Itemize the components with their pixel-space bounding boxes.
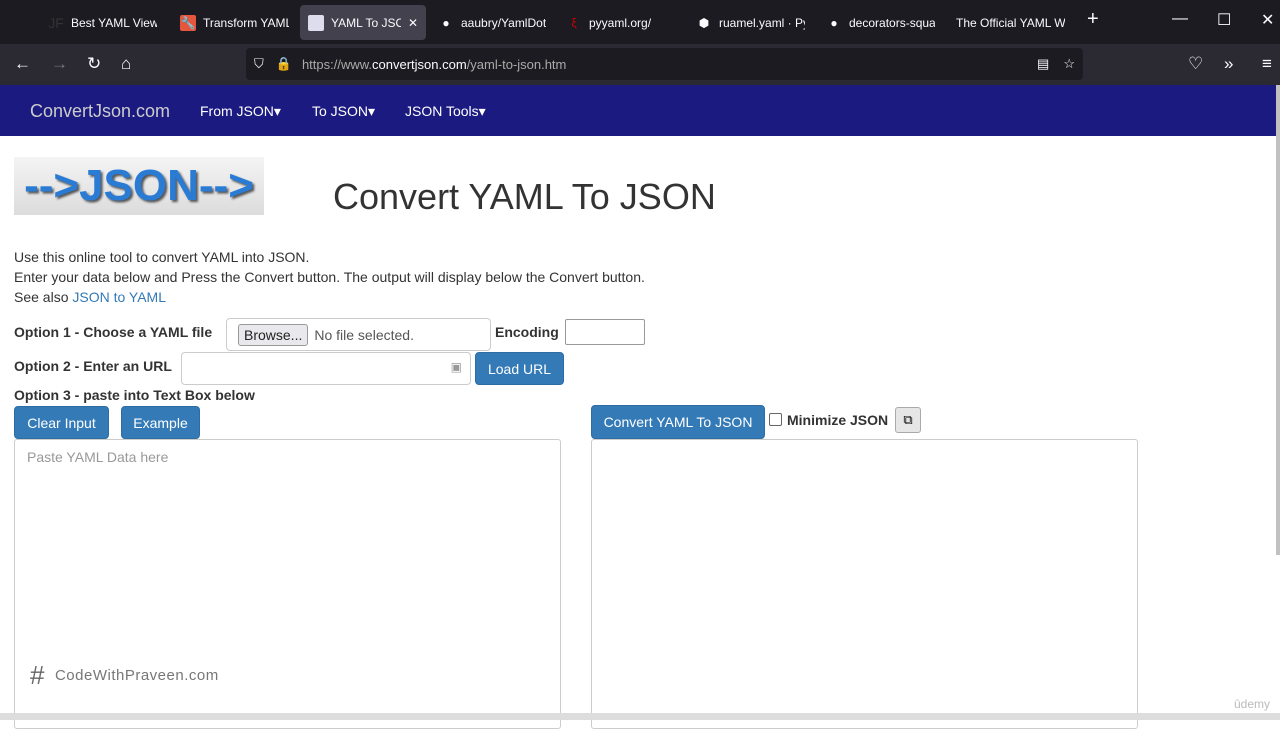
example-button[interactable]: Example	[121, 406, 200, 439]
url-input[interactable]: ▣	[181, 352, 471, 385]
github-icon: ●	[442, 15, 450, 30]
json-output-textarea[interactable]	[591, 439, 1138, 729]
browser-tab[interactable]: ξ pyyaml.org/	[558, 5, 683, 40]
github-icon: ●	[830, 15, 838, 30]
browser-tab[interactable]: JF Best YAML Viewe	[40, 5, 165, 40]
home-icon[interactable]: ⌂	[121, 54, 131, 74]
password-manager-icon[interactable]: ▣	[451, 360, 462, 374]
vertical-scrollbar[interactable]	[1276, 85, 1280, 555]
close-window-icon[interactable]: ✕	[1261, 10, 1274, 30]
option3-label: Option 3 - paste into Text Box below	[14, 387, 255, 403]
browser-tab[interactable]: 🔧 Transform YAML	[172, 5, 297, 40]
shield-icon: ⛉	[254, 56, 264, 71]
intro-text: Use this online tool to convert YAML int…	[14, 249, 310, 265]
reload-icon[interactable]: ↻	[87, 54, 101, 74]
hash-icon: #	[30, 660, 45, 690]
browser-tab[interactable]: ● aaubry/YamlDot	[430, 5, 555, 40]
browser-tab[interactable]: ⬢ ruamel.yaml · Py	[688, 5, 813, 40]
load-url-button[interactable]: Load URL	[475, 352, 564, 385]
new-tab-icon[interactable]: +	[1087, 8, 1099, 31]
close-tab-icon[interactable]: ✕	[408, 16, 418, 30]
pocket-icon[interactable]: ♡	[1188, 54, 1203, 74]
xi-icon: ξ	[571, 15, 577, 30]
minimize-icon[interactable]: —	[1172, 10, 1188, 28]
browser-tab[interactable]: ● decorators-squa	[818, 5, 943, 40]
wrench-icon: 🔧	[180, 14, 196, 31]
site-brand[interactable]: ConvertJson.com	[30, 101, 170, 122]
site-logo: -->JSON-->	[14, 157, 264, 215]
minimize-json-checkbox[interactable]	[769, 413, 782, 426]
site-navbar: ConvertJson.com From JSON▾ To JSON▾ JSON…	[0, 85, 1276, 136]
option1-label: Option 1 - Choose a YAML file	[14, 324, 213, 340]
back-icon[interactable]: ←	[14, 54, 31, 74]
maximize-icon[interactable]: ☐	[1217, 10, 1231, 30]
box-icon: ⬢	[698, 15, 710, 30]
browser-tab[interactable]: The Official YAML W	[948, 5, 1073, 40]
menu-to-json[interactable]: To JSON▾	[312, 103, 375, 120]
file-input[interactable]: Browse... No file selected.	[226, 318, 491, 351]
browse-button[interactable]: Browse...	[238, 323, 309, 346]
convert-button[interactable]: Convert YAML To JSON	[591, 405, 765, 439]
udemy-watermark: ûdemy	[1233, 697, 1270, 711]
minimize-json-label: Minimize JSON	[787, 412, 889, 428]
copy-icon[interactable]: ⧉	[895, 407, 921, 433]
menu-from-json[interactable]: From JSON▾	[200, 103, 281, 120]
address-bar[interactable]: ⛉ 🔒 https://www. convertjson.com/yaml-to-…	[246, 48, 1083, 80]
jf-icon: JF	[48, 14, 64, 31]
intro-text: Enter your data below and Press the Conv…	[14, 269, 645, 285]
reader-view-icon[interactable]: ▤	[1037, 56, 1049, 72]
page-title: Convert YAML To JSON	[333, 176, 716, 217]
browser-tab-active[interactable]: YAML To JSON✕	[300, 5, 426, 40]
bookmark-star-icon[interactable]: ☆	[1063, 56, 1075, 72]
page-icon	[308, 14, 324, 31]
overflow-icon[interactable]: »	[1224, 54, 1233, 74]
menu-icon[interactable]: ≡	[1262, 54, 1272, 74]
horizontal-scrollbar[interactable]	[0, 713, 1280, 720]
json-to-yaml-link[interactable]: JSON to YAML	[72, 289, 166, 305]
forward-icon[interactable]: →	[51, 54, 68, 74]
lock-icon: 🔒	[275, 56, 292, 71]
see-also: See also JSON to YAML	[14, 289, 166, 305]
menu-json-tools[interactable]: JSON Tools▾	[405, 103, 486, 120]
option2-label: Option 2 - Enter an URL	[14, 358, 172, 374]
browser-tab-bar: JF Best YAML Viewe 🔧 Transform YAML YAML T…	[0, 0, 1280, 44]
encoding-input[interactable]	[565, 319, 645, 345]
clear-input-button[interactable]: Clear Input	[14, 406, 109, 439]
encoding-label: Encoding	[495, 324, 559, 340]
watermark: # CodeWithPraveen.com	[30, 660, 219, 690]
